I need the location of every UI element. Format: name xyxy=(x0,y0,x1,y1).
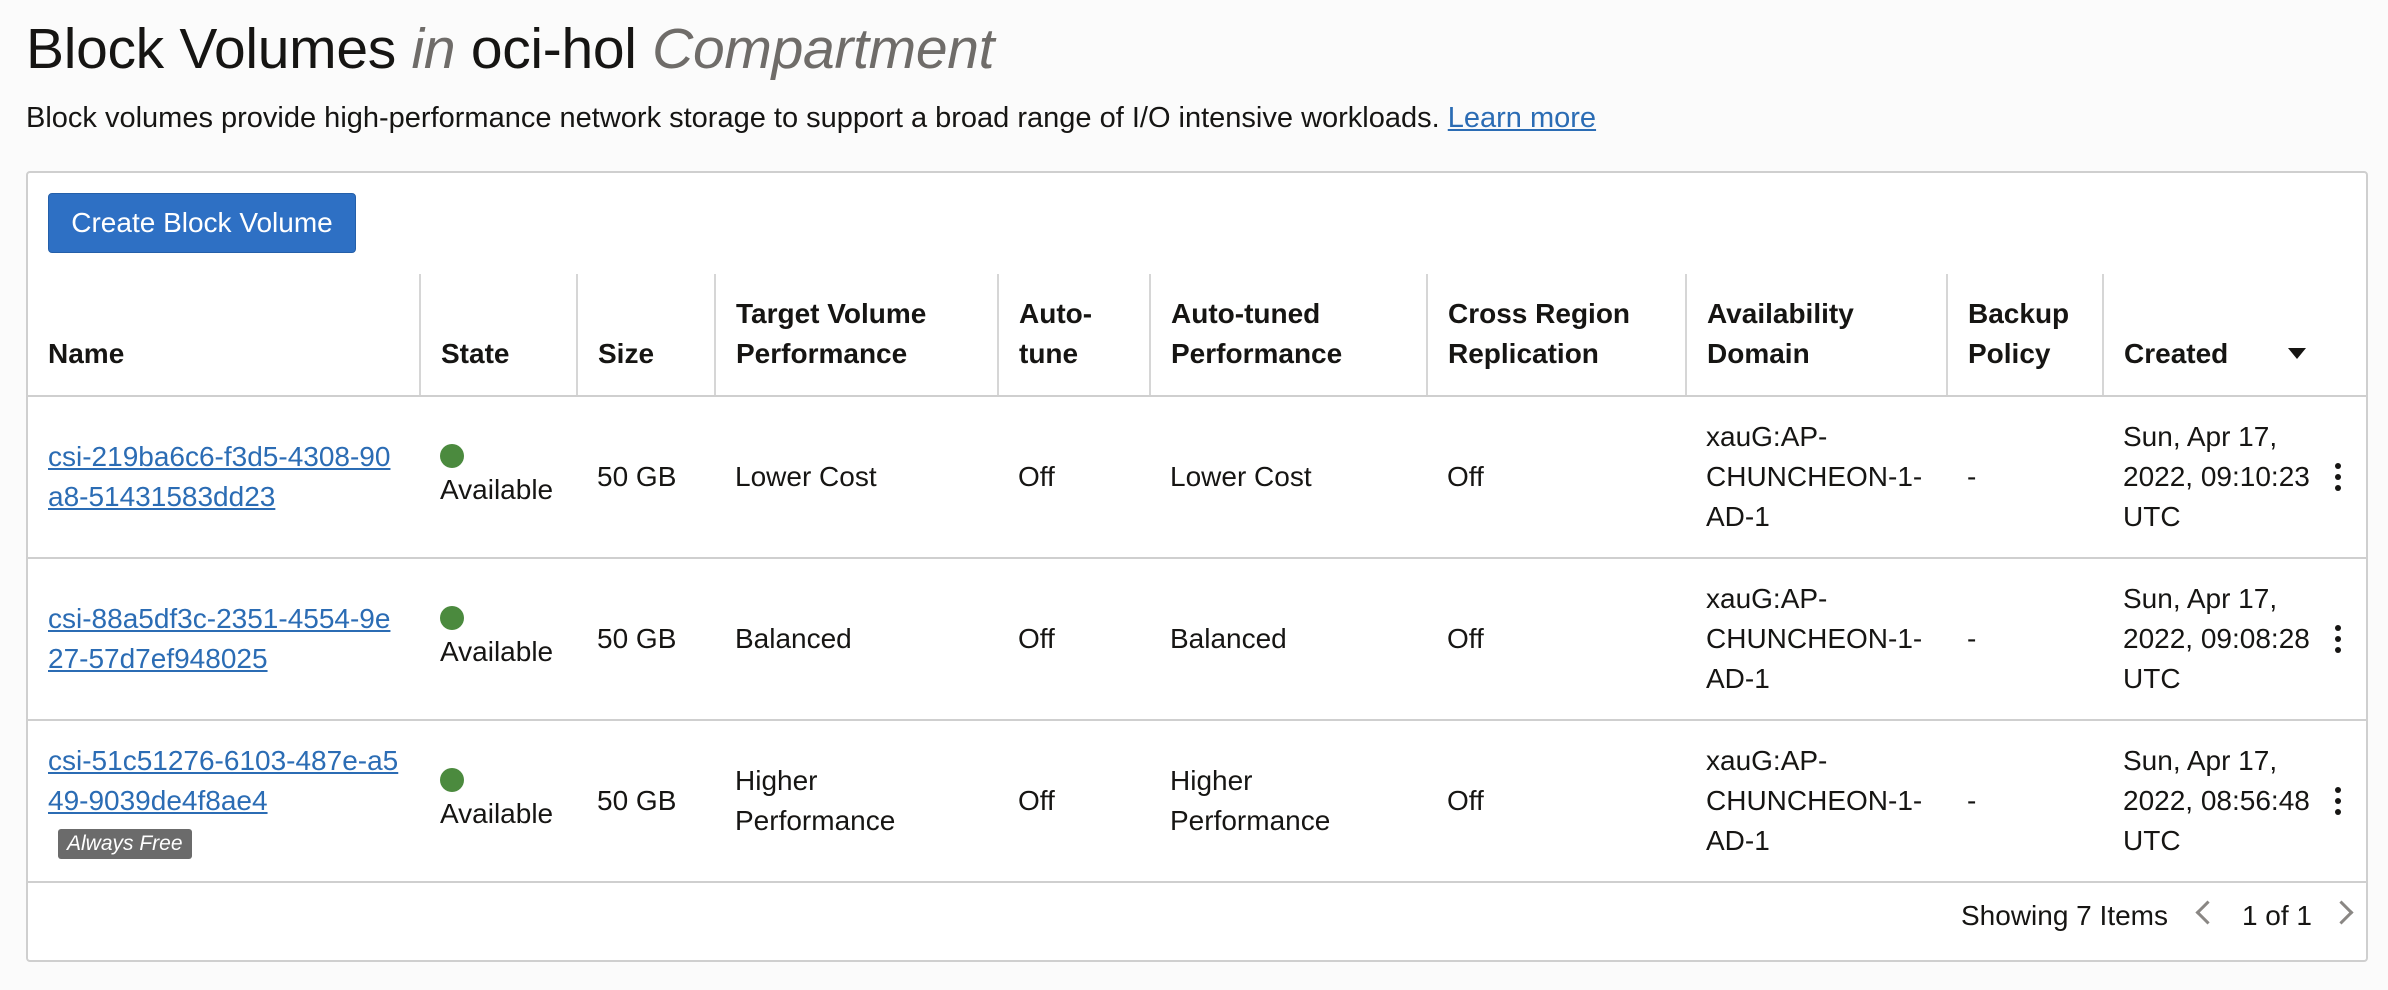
cross-region-replication-cell: Off xyxy=(1427,396,1686,559)
size-cell: 50 GB xyxy=(577,720,715,883)
kebab-menu-icon[interactable] xyxy=(2328,457,2348,497)
state-text: Available xyxy=(440,798,554,829)
name-cell: csi-219ba6c6-f3d5-4308-90a8-51431583dd23 xyxy=(28,396,420,559)
auto-tuned-performance-cell: Balanced xyxy=(1150,558,1427,721)
compartment-name: oci-hol xyxy=(470,17,637,81)
availability-domain-cell: xauG:AP-CHUNCHEON-1-AD-1 xyxy=(1686,720,1947,883)
always-free-badge: Always Free xyxy=(58,829,192,859)
name-cell: csi-88a5df3c-2351-4554-9e27-57d7ef948025 xyxy=(28,558,420,721)
created-text: Sun, Apr 17, 2022, 09:08:28 UTC xyxy=(2123,583,2310,694)
table-row: csi-88a5df3c-2351-4554-9e27-57d7ef948025… xyxy=(28,558,2366,721)
learn-more-link[interactable]: Learn more xyxy=(1448,102,1596,134)
state-text: Available xyxy=(440,474,554,505)
created-cell: Sun, Apr 17, 2022, 09:10:23 UTC xyxy=(2103,396,2366,559)
cross-region-replication-cell: Off xyxy=(1427,720,1686,883)
page-title: Block Volumes in oci-hol Compartment xyxy=(26,14,994,84)
volume-name-link[interactable]: csi-219ba6c6-f3d5-4308-90a8-51431583dd23 xyxy=(48,437,400,517)
column-header-name[interactable]: Name xyxy=(28,274,421,397)
status-dot-icon xyxy=(440,606,464,630)
state-cell: Available xyxy=(420,558,577,721)
table-footer: Showing 7 Items 1 of 1 xyxy=(28,876,2366,956)
target-performance-cell: Higher Performance xyxy=(715,720,998,883)
table-row: csi-219ba6c6-f3d5-4308-90a8-51431583dd23… xyxy=(28,396,2366,559)
column-header-auto-tuned-performance[interactable]: Auto-tuned Performance xyxy=(1150,274,1428,397)
create-block-volume-button[interactable]: Create Block Volume xyxy=(48,193,356,253)
volume-name-link[interactable]: csi-51c51276-6103-487e-a549-9039de4f8ae4 xyxy=(48,741,400,821)
auto-tuned-performance-cell: Lower Cost xyxy=(1150,396,1427,559)
auto-tuned-performance-cell: Higher Performance xyxy=(1150,720,1427,883)
column-header-state[interactable]: State xyxy=(420,274,578,397)
created-text: Sun, Apr 17, 2022, 08:56:48 UTC xyxy=(2123,745,2310,856)
size-cell: 50 GB xyxy=(577,396,715,559)
column-header-target-volume-performance[interactable]: Target Volume Performance xyxy=(715,274,999,397)
created-cell: Sun, Apr 17, 2022, 08:56:48 UTC xyxy=(2103,720,2366,883)
chevron-right-icon[interactable] xyxy=(2329,900,2354,925)
auto-tune-cell: Off xyxy=(998,396,1150,559)
status-dot-icon xyxy=(440,768,464,792)
column-header-availability-domain[interactable]: Availability Domain xyxy=(1686,274,1948,397)
availability-domain-cell: xauG:AP-CHUNCHEON-1-AD-1 xyxy=(1686,558,1947,721)
block-volumes-panel: Create Block Volume Name State Size Targ… xyxy=(26,171,2368,962)
items-count: Showing 7 Items xyxy=(1961,900,2168,931)
column-header-created[interactable]: Created xyxy=(2103,274,2366,397)
page-description-text: Block volumes provide high-performance n… xyxy=(26,102,1440,134)
compartment-label: Compartment xyxy=(652,17,995,81)
size-cell: 50 GB xyxy=(577,558,715,721)
target-performance-cell: Balanced xyxy=(715,558,998,721)
name-cell: csi-51c51276-6103-487e-a549-9039de4f8ae4… xyxy=(28,720,420,883)
backup-policy-cell: - xyxy=(1947,720,2103,883)
created-text: Sun, Apr 17, 2022, 09:10:23 UTC xyxy=(2123,421,2310,532)
pagination-status: 1 of 1 xyxy=(2241,900,2312,931)
column-header-cross-region-replication[interactable]: Cross Region Replication xyxy=(1427,274,1687,397)
kebab-menu-icon[interactable] xyxy=(2328,781,2348,821)
table-row: csi-51c51276-6103-487e-a549-9039de4f8ae4… xyxy=(28,720,2366,883)
kebab-menu-icon[interactable] xyxy=(2328,619,2348,659)
target-performance-cell: Lower Cost xyxy=(715,396,998,559)
state-text: Available xyxy=(440,636,554,667)
cross-region-replication-cell: Off xyxy=(1427,558,1686,721)
state-cell: Available xyxy=(420,396,577,559)
page-title-in: in xyxy=(411,17,456,81)
status-dot-icon xyxy=(440,444,464,468)
state-cell: Available xyxy=(420,720,577,883)
chevron-left-icon[interactable] xyxy=(2195,900,2220,925)
auto-tune-cell: Off xyxy=(998,558,1150,721)
volume-name-link[interactable]: csi-88a5df3c-2351-4554-9e27-57d7ef948025 xyxy=(48,599,400,679)
column-header-auto-tune[interactable]: Auto-tune xyxy=(998,274,1151,397)
auto-tune-cell: Off xyxy=(998,720,1150,883)
created-cell: Sun, Apr 17, 2022, 09:08:28 UTC xyxy=(2103,558,2366,721)
backup-policy-cell: - xyxy=(1947,396,2103,559)
block-volumes-table: Name State Size Target Volume Performanc… xyxy=(28,274,2366,883)
table-header-row: Name State Size Target Volume Performanc… xyxy=(28,274,2366,397)
column-header-backup-policy[interactable]: Backup Policy xyxy=(1947,274,2104,397)
page-title-main: Block Volumes xyxy=(26,17,396,81)
sort-descending-icon[interactable] xyxy=(2288,348,2306,359)
backup-policy-cell: - xyxy=(1947,558,2103,721)
column-header-size[interactable]: Size xyxy=(577,274,716,397)
column-header-created-label: Created xyxy=(2124,338,2229,369)
page-description: Block volumes provide high-performance n… xyxy=(26,98,1596,138)
availability-domain-cell: xauG:AP-CHUNCHEON-1-AD-1 xyxy=(1686,396,1947,559)
